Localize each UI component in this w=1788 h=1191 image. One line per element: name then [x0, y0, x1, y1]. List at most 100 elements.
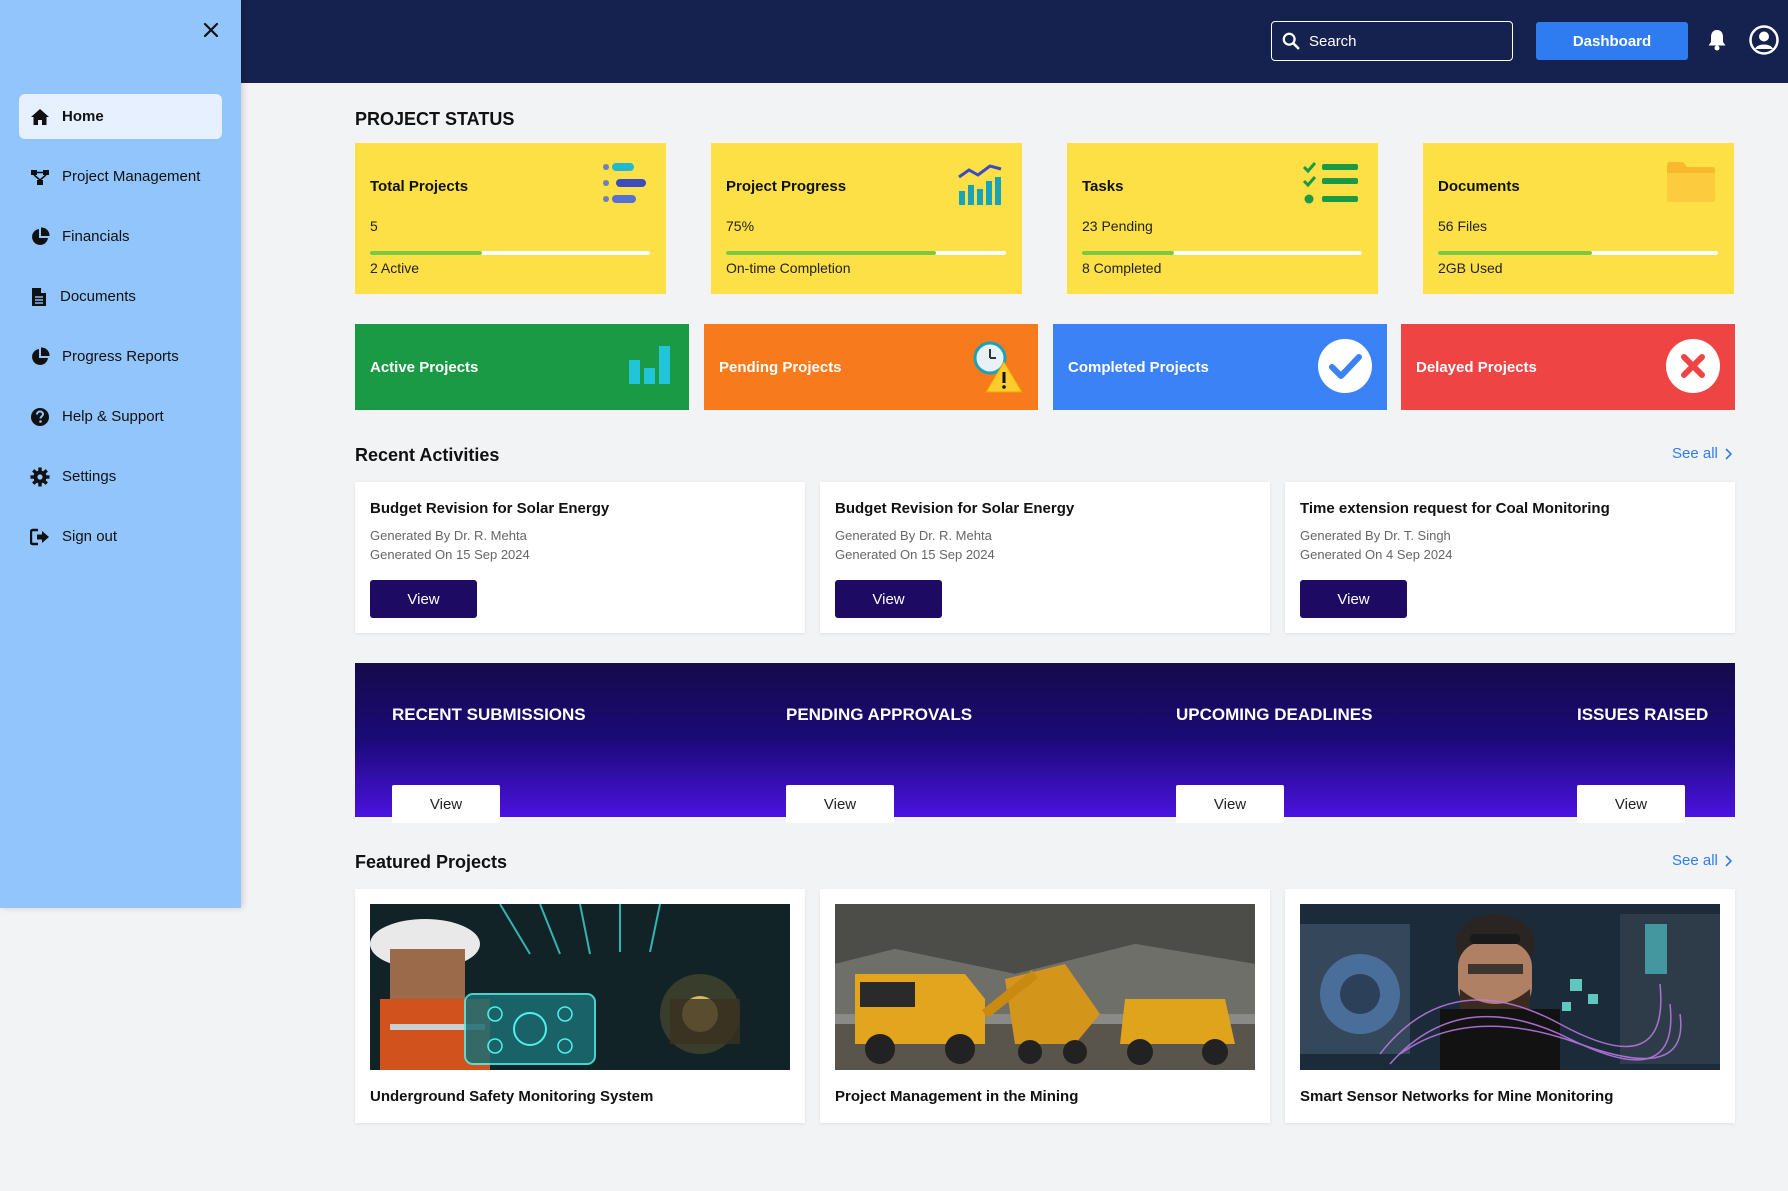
featured-project-title: Underground Safety Monitoring System	[370, 1088, 654, 1105]
sign-out-icon	[30, 528, 49, 545]
pie-chart-icon	[32, 346, 50, 365]
user-avatar-icon[interactable]	[1749, 25, 1779, 55]
stat-value: 56 Files	[1438, 218, 1488, 234]
activity-date: Generated On 4 Sep 2024	[1300, 547, 1453, 562]
see-all-activities-link[interactable]: See all	[1672, 445, 1732, 462]
sidebar-item-label: Documents	[60, 288, 136, 305]
project-image-smart-sensors	[1300, 904, 1720, 1070]
card-label: Completed Projects	[1068, 358, 1209, 376]
bar-chart-trend-icon	[958, 164, 1002, 205]
progress-fill	[726, 251, 936, 255]
activity-date: Generated On 15 Sep 2024	[835, 547, 995, 562]
sidebar-item-sign-out[interactable]: Sign out	[19, 514, 222, 559]
document-icon	[32, 287, 46, 306]
bar-chart-icon	[629, 346, 670, 384]
banner-item-title: ISSUES RAISED	[1577, 705, 1709, 724]
sidebar-item-label: Project Management	[62, 168, 201, 185]
activity-title: Time extension request for Coal Monitori…	[1300, 500, 1610, 517]
see-all-featured-link[interactable]: See all	[1672, 852, 1732, 869]
card-label: Delayed Projects	[1416, 358, 1537, 376]
progress-fill	[370, 251, 482, 255]
pending-projects-card[interactable]: Pending Projects	[704, 324, 1038, 410]
activity-date: Generated On 15 Sep 2024	[370, 547, 530, 562]
sidebar-item-project-management[interactable]: Project Management	[19, 154, 222, 199]
progress-bar	[1438, 251, 1718, 255]
checklist-icon	[1302, 162, 1358, 204]
section-title-recent-activities: Recent Activities	[355, 445, 500, 465]
banner-item-issues-raised: ISSUES RAISED View	[1577, 705, 1709, 823]
chevron-right-icon	[1725, 854, 1732, 867]
activity-card: Budget Revision for Solar Energy Generat…	[355, 482, 805, 633]
sidebar-item-label: Help & Support	[62, 408, 164, 425]
sidebar-item-label: Settings	[62, 468, 117, 485]
search-icon	[1282, 32, 1300, 50]
view-button[interactable]: View	[1577, 785, 1685, 823]
featured-project-title: Smart Sensor Networks for Mine Monitorin…	[1300, 1088, 1614, 1105]
view-button[interactable]: View	[786, 785, 894, 823]
card-label: Pending Projects	[719, 358, 842, 376]
featured-project-card[interactable]: Underground Safety Monitoring System	[355, 889, 805, 1123]
stat-card-tasks[interactable]: Tasks 23 Pending 8 Completed	[1067, 143, 1378, 294]
banner-item-recent-submissions: RECENT SUBMISSIONS View	[392, 705, 586, 823]
stat-value: 23 Pending	[1082, 218, 1153, 234]
sidebar-item-home[interactable]: Home	[19, 94, 222, 139]
section-title-featured-projects: Featured Projects	[355, 852, 508, 872]
sidebar-item-financials[interactable]: Financials	[19, 214, 222, 259]
network-icon	[31, 169, 49, 185]
stat-title: Tasks	[1082, 178, 1124, 195]
pie-chart-icon	[32, 226, 50, 245]
activity-title: Budget Revision for Solar Energy	[835, 500, 1075, 517]
stat-card-documents[interactable]: Documents 56 Files 2GB Used	[1423, 143, 1734, 294]
close-icon[interactable]	[202, 21, 220, 39]
search-input[interactable]	[1309, 32, 1499, 50]
sidebar-item-settings[interactable]: Settings	[19, 454, 222, 499]
sidebar-item-label: Sign out	[62, 528, 118, 545]
active-projects-card[interactable]: Active Projects	[355, 324, 689, 410]
stat-card-project-progress[interactable]: Project Progress 75% On-time Completion	[711, 143, 1022, 294]
progress-bar	[1082, 251, 1362, 255]
activity-author: Generated By Dr. T. Singh	[1300, 528, 1451, 543]
progress-fill	[1082, 251, 1175, 255]
stat-footer: 2GB Used	[1438, 260, 1503, 276]
gear-icon	[30, 467, 50, 486]
banner-item-title: PENDING APPROVALS	[786, 705, 973, 724]
activity-author: Generated By Dr. R. Mehta	[835, 528, 992, 543]
view-button[interactable]: View	[392, 785, 500, 823]
featured-project-card[interactable]: Project Management in the Mining	[820, 889, 1270, 1123]
stat-card-total-projects[interactable]: Total Projects 5 2 Active	[355, 143, 666, 294]
check-circle-icon	[1318, 339, 1372, 393]
dashboard-button[interactable]: Dashboard	[1536, 22, 1688, 60]
view-button[interactable]: View	[1300, 580, 1407, 618]
banner-item-title: RECENT SUBMISSIONS	[392, 705, 586, 724]
activity-card: Budget Revision for Solar Energy Generat…	[820, 482, 1270, 633]
clock-warning-icon	[973, 341, 1023, 393]
completed-projects-card[interactable]: Completed Projects	[1053, 324, 1387, 410]
bell-icon[interactable]	[1707, 29, 1727, 51]
folder-icon	[1667, 162, 1715, 202]
view-button[interactable]: View	[1176, 785, 1284, 823]
chevron-right-icon	[1725, 447, 1732, 460]
view-button[interactable]: View	[370, 580, 477, 618]
card-label: Active Projects	[370, 358, 479, 376]
featured-project-card[interactable]: Smart Sensor Networks for Mine Monitorin…	[1285, 889, 1735, 1123]
top-bar: Dashboard	[0, 0, 1788, 83]
sidebar-item-label: Progress Reports	[62, 348, 179, 365]
home-icon	[31, 108, 49, 125]
stat-footer: 2 Active	[370, 260, 420, 276]
view-button[interactable]: View	[835, 580, 942, 618]
banner-item-title: UPCOMING DEADLINES	[1176, 705, 1373, 724]
sidebar-item-label: Home	[62, 108, 104, 125]
delayed-projects-card[interactable]: Delayed Projects	[1401, 324, 1735, 410]
activity-card: Time extension request for Coal Monitori…	[1285, 482, 1735, 633]
sidebar-item-help-support[interactable]: Help & Support	[19, 394, 222, 439]
summary-banner: RECENT SUBMISSIONS View PENDING APPROVAL…	[355, 663, 1735, 823]
stat-title: Total Projects	[370, 178, 469, 195]
search-box[interactable]	[1271, 21, 1513, 61]
banner-item-pending-approvals: PENDING APPROVALS View	[786, 705, 973, 823]
sidebar-item-documents[interactable]: Documents	[19, 274, 222, 319]
x-circle-icon	[1666, 339, 1720, 393]
progress-bar	[726, 251, 1006, 255]
progress-fill	[1438, 251, 1592, 255]
stat-title: Documents	[1438, 178, 1520, 195]
sidebar-item-progress-reports[interactable]: Progress Reports	[19, 334, 222, 379]
